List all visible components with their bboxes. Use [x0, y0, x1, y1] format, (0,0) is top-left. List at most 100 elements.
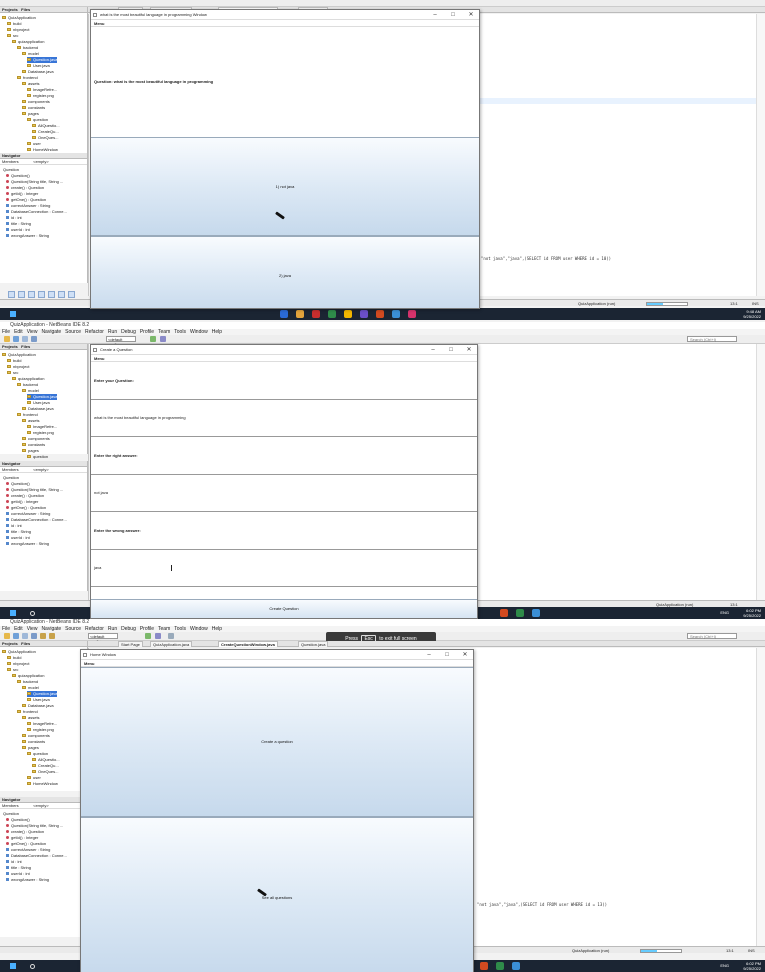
navigator-member[interactable]: wrongAnswer : String — [6, 233, 49, 239]
taskbar-app-icon[interactable] — [360, 310, 368, 318]
see-all-questions-button[interactable]: See all questions — [81, 817, 473, 972]
field-icon — [6, 536, 9, 540]
tool-icon[interactable] — [58, 291, 65, 298]
projects-tab-header[interactable]: Projects Files — [0, 344, 87, 350]
projects-tab-header[interactable]: Projects Files — [0, 7, 87, 13]
window-title-bar[interactable]: Home Window — [81, 650, 473, 660]
close-button[interactable]: ✕ — [465, 10, 477, 20]
taskbar-search-icon[interactable] — [30, 611, 35, 616]
maximize-button[interactable]: □ — [447, 10, 459, 20]
taskbar-app-icon[interactable] — [512, 962, 520, 970]
tool-icon[interactable] — [28, 291, 35, 298]
tab-question[interactable]: Question.java — [298, 641, 329, 647]
search-input[interactable]: Search (Ctrl+I) — [687, 633, 737, 639]
navigator-member-label: getOne() : Question — [11, 197, 47, 202]
taskbar-search-icon[interactable] — [30, 964, 35, 969]
undo-icon[interactable] — [40, 633, 46, 639]
taskbar-clock[interactable]: 6:02 PM 9/25/2022 — [743, 608, 761, 618]
taskbar-app-icon[interactable] — [500, 609, 508, 617]
taskbar-app-icon[interactable] — [376, 310, 384, 318]
windows-start-icon[interactable] — [10, 963, 16, 969]
wrong-answer-field[interactable]: java — [91, 550, 477, 587]
taskbar-app-icon[interactable] — [392, 310, 400, 318]
see-all-questions-label: See all questions — [261, 895, 293, 900]
maximize-button[interactable]: □ — [441, 650, 453, 660]
minimize-button[interactable]: – — [423, 650, 435, 660]
new-file-icon[interactable] — [13, 336, 19, 342]
taskbar-clock[interactable]: 6:02 PM 9/25/2022 — [743, 961, 761, 971]
profile-icon[interactable] — [168, 633, 174, 639]
new-project-icon[interactable] — [4, 633, 10, 639]
tree-item[interactable]: HomeWindow — [27, 781, 58, 787]
answer-2-button[interactable]: 2) java — [91, 236, 479, 308]
taskbar-app-icon[interactable] — [480, 962, 488, 970]
navigator-member[interactable]: wrongAnswer : String — [6, 541, 49, 547]
redo-icon[interactable] — [49, 633, 55, 639]
debug-icon[interactable] — [155, 633, 161, 639]
windows-start-icon[interactable] — [10, 610, 16, 616]
taskbar-app-icon[interactable] — [532, 609, 540, 617]
config-select[interactable]: <default config> — [106, 336, 136, 347]
projects-panel: Projects Files QuizApplication build nbpro… — [0, 7, 88, 153]
taskbar-app-icon[interactable] — [328, 310, 336, 318]
taskbar-app-icon[interactable] — [516, 609, 524, 617]
search-input[interactable]: Search (Ctrl+I) — [687, 336, 737, 342]
window-title-bar[interactable]: what is the most beautiful language in p… — [91, 10, 479, 20]
navigator-member[interactable]: wrongAnswer : String — [6, 877, 49, 883]
tab-start-page[interactable]: Start Page — [118, 641, 143, 647]
minimize-button[interactable]: – — [427, 345, 439, 355]
right-answer-field[interactable]: not java — [91, 475, 477, 512]
save-all-icon[interactable] — [31, 633, 37, 639]
open-icon[interactable] — [22, 336, 28, 342]
run-icon[interactable] — [150, 336, 156, 342]
projects-tab-header[interactable]: Projects Files — [0, 641, 87, 647]
debug-icon[interactable] — [160, 336, 166, 342]
run-progress[interactable] — [640, 949, 682, 953]
taskbar-app-icon[interactable] — [280, 310, 288, 318]
new-file-icon[interactable] — [13, 633, 19, 639]
folder-icon — [32, 764, 36, 768]
navigator-member-label: create() : Question — [11, 493, 45, 498]
window-menu[interactable]: Menu — [91, 355, 477, 362]
minimize-button[interactable]: – — [429, 10, 441, 20]
taskbar-language[interactable]: ENG — [720, 963, 729, 968]
window-menu[interactable]: Menu — [91, 20, 479, 27]
windows-start-icon[interactable] — [10, 311, 16, 317]
tab-create-question-window[interactable]: CreateQuestionWindow.java — [218, 641, 278, 647]
tree-item-label: assets — [28, 715, 40, 720]
question-field[interactable]: what is the most beautiful language in p… — [91, 400, 477, 437]
navigator-member-label: userId : int — [11, 535, 30, 540]
right-answer-label: Enter the right answer: — [94, 452, 138, 458]
taskbar-app-icon[interactable] — [296, 310, 304, 318]
taskbar-language[interactable]: ENG — [720, 610, 729, 615]
tool-icon[interactable] — [8, 291, 15, 298]
save-all-icon[interactable] — [31, 336, 37, 342]
taskbar-app-icon[interactable] — [496, 962, 504, 970]
window-menu[interactable]: Menu — [81, 660, 473, 667]
create-question-button[interactable]: Create a question — [81, 667, 473, 817]
tab-quizapplication[interactable]: QuizApplication.java — [150, 641, 193, 647]
run-progress[interactable] — [646, 302, 688, 306]
taskbar-app-icon[interactable] — [408, 310, 416, 318]
close-button[interactable]: ✕ — [463, 345, 475, 355]
folder-icon — [17, 710, 21, 714]
field-icon — [6, 524, 9, 528]
run-icon[interactable] — [145, 633, 151, 639]
taskbar-clock[interactable]: 9:48 AM 9/25/2022 — [743, 309, 761, 319]
folder-icon — [22, 437, 26, 441]
tool-icon[interactable] — [48, 291, 55, 298]
taskbar-app-icon[interactable] — [312, 310, 320, 318]
config-select[interactable]: <default config> — [88, 633, 118, 644]
tool-icon[interactable] — [38, 291, 45, 298]
maximize-button[interactable]: □ — [445, 345, 457, 355]
tool-icon[interactable] — [18, 291, 25, 298]
tool-icon[interactable] — [68, 291, 75, 298]
taskbar-app-icon[interactable] — [344, 310, 352, 318]
open-icon[interactable] — [22, 633, 28, 639]
create-question-button[interactable]: Create Question — [91, 599, 477, 618]
status-ins: INS — [752, 301, 759, 306]
new-project-icon[interactable] — [4, 336, 10, 342]
window-title-bar[interactable]: Create a Question — [91, 345, 477, 355]
answer-1-button[interactable]: 1) not java — [91, 137, 479, 236]
close-button[interactable]: ✕ — [459, 650, 471, 660]
